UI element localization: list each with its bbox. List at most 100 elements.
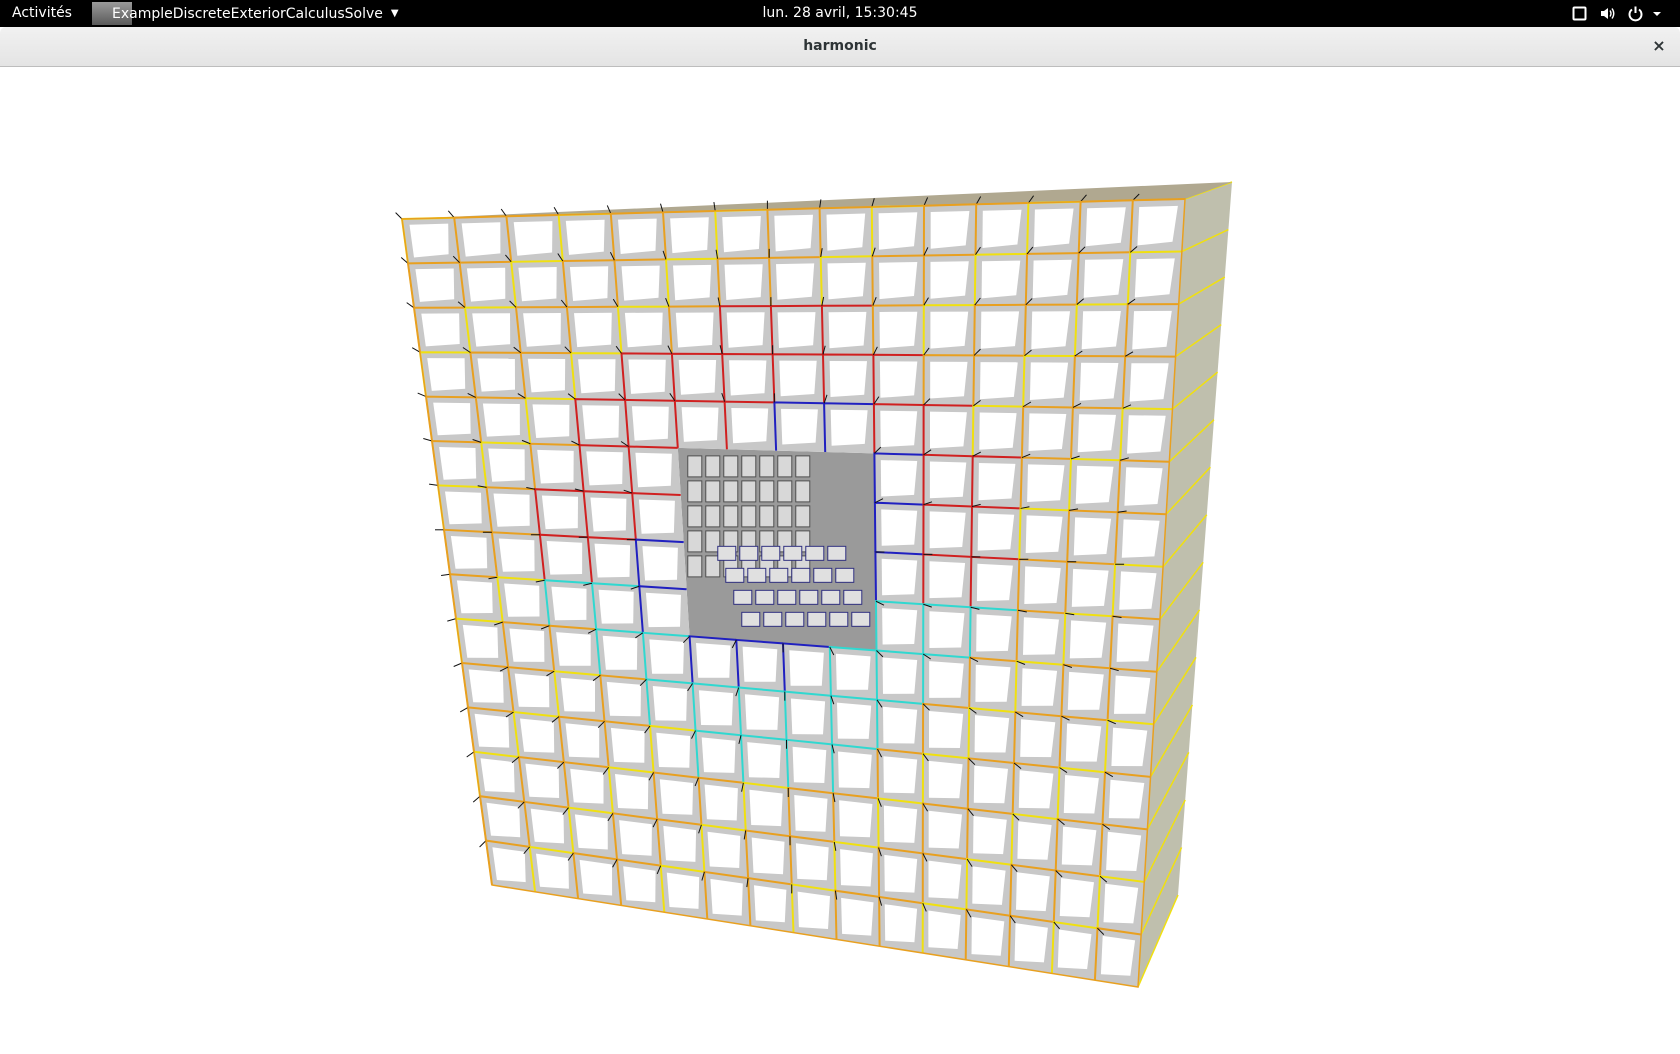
cell-face (1106, 832, 1141, 871)
hole-wall-cell (724, 456, 738, 477)
cell-face (980, 362, 1018, 399)
3d-viewport[interactable] (0, 67, 1680, 1050)
cell-face (1033, 260, 1072, 298)
cell-face (883, 658, 918, 694)
cell-face (537, 450, 574, 484)
cell-face (979, 413, 1016, 450)
cell-face (929, 761, 963, 798)
cell-face (789, 650, 824, 686)
cell-face (566, 220, 605, 255)
cell-face (670, 217, 709, 253)
cell-face (929, 611, 964, 648)
cell-face (881, 460, 917, 496)
cell-face (542, 496, 578, 530)
clock[interactable]: lun. 28 avril, 15:30:45 (763, 5, 918, 21)
hole-wall-cell (724, 506, 738, 527)
hole-floor-cell (808, 612, 826, 626)
cell-face (882, 559, 918, 595)
top-bar: Activités ExampleDiscreteExteriorCalculu… (0, 0, 1680, 27)
cell-face (515, 674, 550, 708)
app-menu[interactable]: ExampleDiscreteExteriorCalculusSolve ▼ (92, 0, 371, 27)
cell-face (779, 361, 816, 397)
power-icon[interactable] (1627, 5, 1644, 22)
cell-face (696, 643, 731, 678)
hole-floor-cell (778, 590, 796, 604)
cell-face (1016, 872, 1050, 911)
cell-face (570, 266, 608, 301)
cell-face (1080, 363, 1119, 401)
window-titlebar[interactable]: harmonic × (0, 27, 1680, 67)
cell-face (749, 790, 782, 826)
display-icon[interactable] (1571, 5, 1588, 22)
hole-floor-cell (726, 568, 744, 582)
cell-face (930, 312, 968, 349)
cell-face (673, 265, 711, 300)
cell-face (791, 699, 825, 735)
cell-face (467, 268, 505, 302)
hole-wall-cell (778, 506, 792, 527)
cell-face (618, 219, 657, 254)
cell-face (972, 917, 1005, 956)
cell-face (829, 312, 867, 348)
cell-face (642, 546, 678, 580)
cell-face (1078, 414, 1116, 452)
cell-face (883, 707, 917, 744)
cell-face (880, 361, 917, 397)
volume-icon[interactable] (1599, 5, 1616, 22)
cell-face (745, 694, 779, 730)
cell-face (931, 211, 970, 249)
cell-face (982, 261, 1021, 299)
cell-face (635, 453, 672, 487)
cell-face (1058, 930, 1092, 970)
cell-face (702, 737, 736, 773)
cell-face (578, 359, 615, 393)
vector-glyph (480, 841, 486, 847)
chevron-down-icon[interactable] (1652, 5, 1662, 22)
hole-wall-cell (796, 481, 810, 502)
cell-face (528, 359, 565, 393)
cell-face (1114, 676, 1150, 714)
hole-floor-cell (852, 612, 870, 626)
hole-floor-cell (806, 546, 824, 560)
cell-face (451, 536, 487, 569)
cell-face (727, 312, 765, 347)
activities-button[interactable]: Activités (12, 5, 72, 21)
cell-face (547, 541, 583, 575)
cell-face (1127, 415, 1166, 453)
hole-floor-cell (828, 546, 846, 560)
hole-wall-cell (742, 481, 756, 502)
hole-wall-cell (688, 456, 702, 477)
cell-face (981, 311, 1019, 348)
cell-face (533, 404, 570, 438)
cell-face (469, 669, 504, 702)
cell-face (930, 462, 966, 499)
cell-face (556, 632, 591, 666)
cell-face (929, 811, 962, 849)
cell-face (884, 855, 917, 893)
cell-face (574, 313, 612, 347)
hole-wall-cell (724, 481, 738, 502)
cell-face (619, 820, 652, 856)
cell-face (410, 224, 449, 258)
cell-face (839, 800, 872, 837)
cell-face (930, 561, 966, 598)
cell-face (1124, 467, 1162, 505)
close-icon[interactable]: × (1650, 37, 1668, 55)
cell-face (499, 539, 535, 572)
cell-face (928, 911, 960, 950)
hole-wall-cell (688, 506, 702, 527)
cell-face (607, 682, 641, 716)
cell-face (487, 803, 521, 837)
cell-face (972, 866, 1005, 905)
cell-face (830, 361, 867, 397)
hole-floor-cell (844, 590, 862, 604)
mesh-render[interactable] (0, 67, 1680, 1050)
cell-face (1072, 569, 1109, 607)
cell-face (649, 639, 684, 673)
cell-face (708, 832, 741, 868)
cell-face (1070, 620, 1106, 658)
cell-face (427, 358, 465, 391)
hole-floor-cell (764, 612, 782, 626)
cell-face (463, 625, 498, 658)
cell-face (975, 715, 1010, 752)
